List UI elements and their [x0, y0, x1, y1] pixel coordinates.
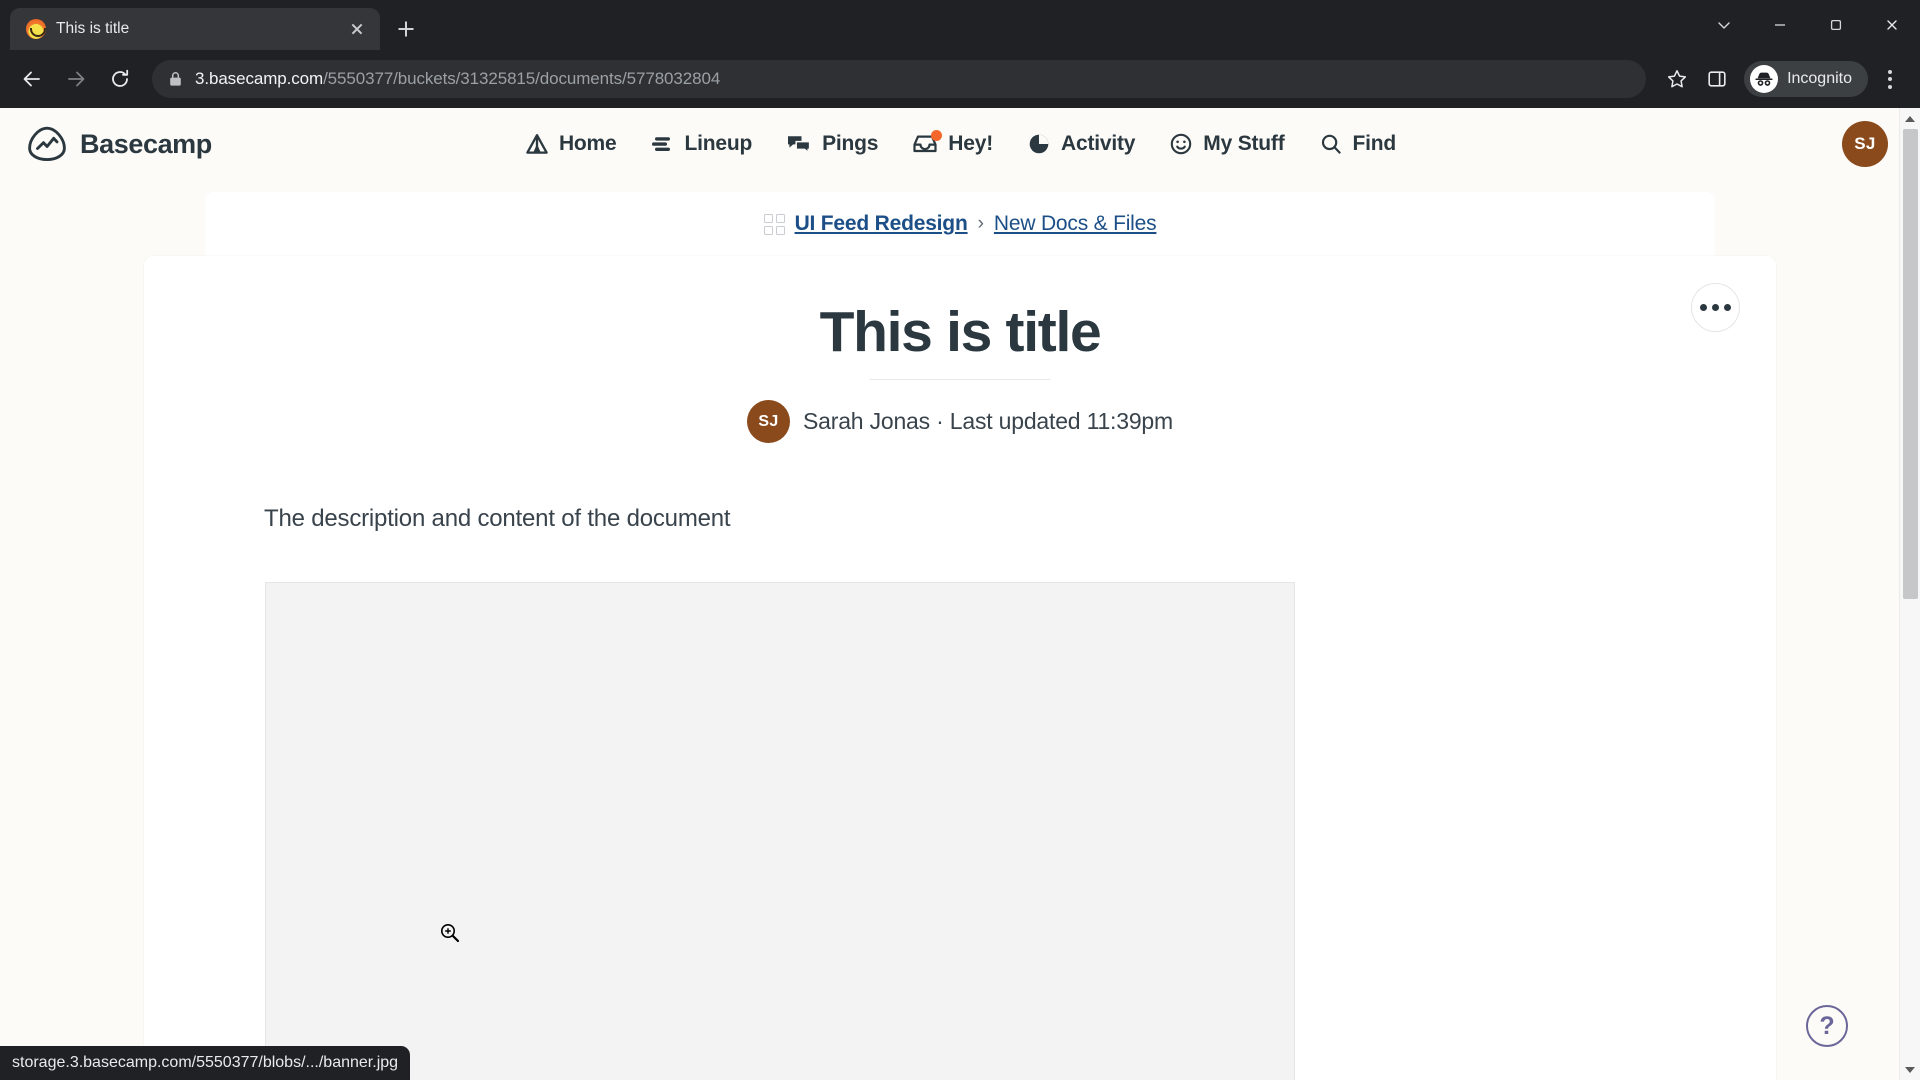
help-button[interactable]: ? [1806, 1005, 1848, 1047]
nav-label-find: Find [1352, 132, 1397, 155]
url-path: /5550377/buckets/31325815/documents/5778… [323, 69, 721, 88]
tab-strip: This is title [0, 0, 1920, 50]
lock-icon [168, 71, 183, 87]
chat-bubbles-icon [785, 132, 813, 156]
address-bar[interactable]: 3.basecamp.com/5550377/buckets/31325815/… [152, 60, 1647, 98]
byline-text: Sarah Jonas · Last updated 11:39pm [803, 408, 1173, 434]
breadcrumb: UI Feed Redesign › New Docs & Files [205, 192, 1715, 256]
browser-toolbar: 3.basecamp.com/5550377/buckets/31325815/… [0, 50, 1920, 108]
nav-item-home[interactable]: Home [524, 132, 617, 156]
side-panel-icon[interactable] [1698, 60, 1736, 98]
ellipsis-icon[interactable] [1691, 283, 1740, 332]
document-paragraph: The description and content of the docum… [264, 505, 731, 532]
maximize-button[interactable] [1808, 0, 1864, 50]
close-window-button[interactable] [1864, 0, 1920, 50]
nav-label-my-stuff: My Stuff [1203, 132, 1285, 155]
minimize-to-tray-button[interactable] [1696, 0, 1752, 50]
forward-arrow-icon[interactable] [56, 59, 96, 99]
tent-icon [524, 132, 550, 156]
nav-label-home: Home [558, 132, 617, 155]
window-controls [1696, 0, 1920, 50]
nav-item-find[interactable]: Find [1318, 132, 1397, 156]
nav-item-pings[interactable]: Pings [785, 132, 878, 156]
url-host: 3.basecamp.com [195, 69, 324, 88]
breadcrumb-separator: › [977, 213, 984, 234]
incognito-indicator[interactable]: Incognito [1744, 61, 1868, 97]
basecamp-logo[interactable]: Basecamp [26, 125, 212, 163]
page-viewport: Basecamp Home Lineup Pings Hey! Activity… [0, 108, 1920, 1080]
tab-title: This is title [56, 20, 130, 37]
smiley-icon [1168, 132, 1194, 156]
browser-tab[interactable]: This is title [10, 8, 380, 50]
account-avatar[interactable]: SJ [1842, 121, 1888, 167]
document-byline: SJ Sarah Jonas · Last updated 11:39pm [144, 400, 1776, 443]
inbox-tray-icon [911, 130, 943, 156]
lineup-bars-icon [649, 132, 675, 156]
basecamp-logo-icon [26, 125, 68, 163]
browser-chrome: This is title 3.basecamp.com/5550377/buc… [0, 0, 1920, 108]
document-body: The description and content of the docum… [144, 505, 1776, 1080]
toolbar-actions: Incognito [1658, 60, 1908, 98]
scrollbar-thumb[interactable] [1903, 129, 1918, 599]
basecamp-top-nav: Basecamp Home Lineup Pings Hey! Activity… [0, 108, 1920, 180]
reload-icon[interactable] [100, 59, 140, 99]
nav-item-my-stuff[interactable]: My Stuff [1168, 132, 1285, 156]
status-bar-url: storage.3.basecamp.com/5550377/blobs/...… [0, 1046, 411, 1080]
document-title: This is title [819, 300, 1102, 364]
document-card: This is title SJ Sarah Jonas · Last upda… [144, 256, 1776, 1080]
nav-item-lineup[interactable]: Lineup [649, 132, 752, 156]
nav-label-activity: Activity [1061, 132, 1136, 155]
basecamp-wordmark: Basecamp [80, 128, 212, 159]
basecamp-favicon-icon [26, 19, 46, 39]
page-scrollbar[interactable] [1899, 108, 1920, 1080]
scroll-up-arrow-icon[interactable] [1900, 108, 1920, 129]
kebab-menu-icon[interactable] [1872, 60, 1908, 98]
basecamp-nav-menu: Home Lineup Pings Hey! Activity My Stuff… [0, 130, 1920, 156]
breadcrumb-section-link[interactable]: New Docs & Files [994, 212, 1157, 236]
incognito-icon [1750, 65, 1779, 93]
star-icon[interactable] [1658, 60, 1696, 98]
back-arrow-icon[interactable] [12, 59, 52, 99]
incognito-label: Incognito [1787, 70, 1852, 87]
minimize-button[interactable] [1752, 0, 1808, 50]
banner-image[interactable] [265, 582, 1295, 1080]
nav-item-activity[interactable]: Activity [1026, 132, 1135, 156]
nav-label-hey: Hey! [948, 132, 994, 155]
hey-unread-badge [931, 130, 943, 141]
grid-squares-icon [763, 213, 785, 235]
nav-item-hey[interactable]: Hey! [911, 130, 994, 156]
nav-label-pings: Pings [822, 132, 879, 155]
url-text: 3.basecamp.com/5550377/buckets/31325815/… [195, 69, 720, 89]
close-icon[interactable] [344, 16, 370, 42]
author-avatar[interactable]: SJ [747, 400, 790, 443]
pie-clock-icon [1026, 132, 1052, 156]
scroll-down-arrow-icon[interactable] [1900, 1059, 1920, 1080]
search-icon [1318, 132, 1344, 156]
breadcrumb-project-link[interactable]: UI Feed Redesign [795, 212, 968, 236]
nav-label-lineup: Lineup [684, 132, 753, 155]
zoom-in-cursor-icon [439, 922, 461, 949]
plus-icon[interactable] [388, 11, 424, 47]
title-divider [870, 379, 1050, 380]
